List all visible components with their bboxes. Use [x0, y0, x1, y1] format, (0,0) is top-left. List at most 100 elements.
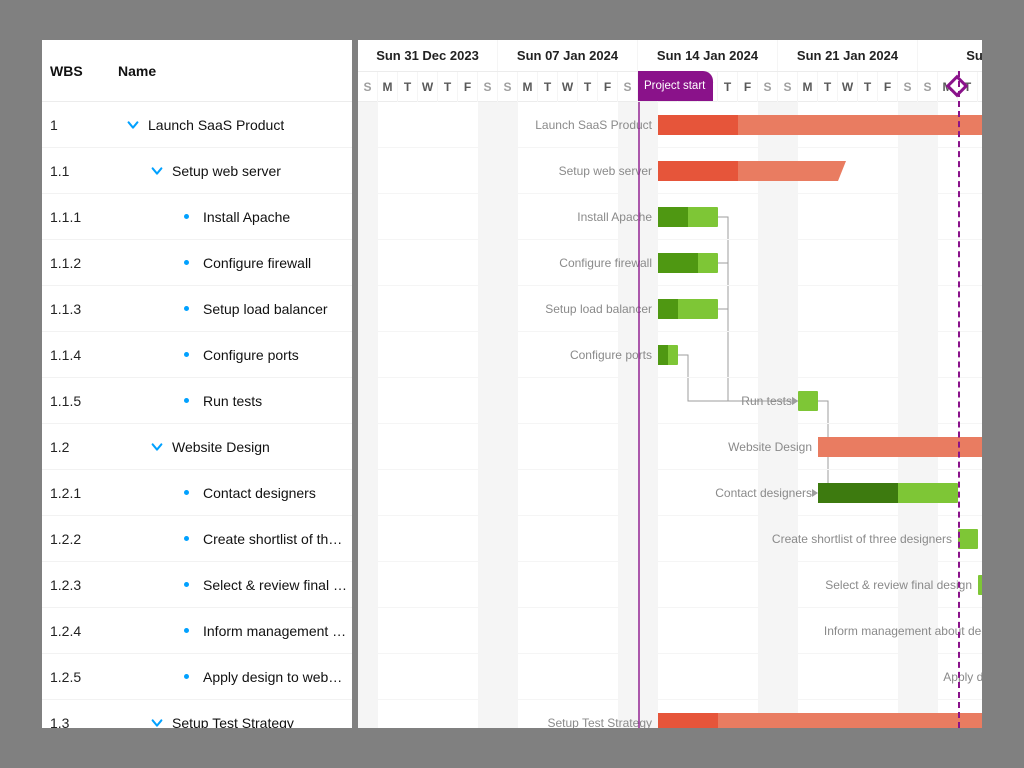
wbs-cell: 1.1.1 — [42, 209, 118, 225]
task-bar[interactable] — [658, 207, 718, 227]
table-row[interactable]: 1.1.2Configure firewall — [42, 240, 352, 286]
timeline-row: Run tests — [358, 378, 982, 424]
timeline-header: Sun 31 Dec 2023Sun 07 Jan 2024Sun 14 Jan… — [358, 40, 982, 102]
summary-bar[interactable] — [818, 437, 982, 457]
milestone-icon[interactable] — [949, 78, 965, 94]
name-cell: Website Design — [118, 439, 352, 455]
day-header[interactable]: T — [858, 72, 878, 102]
timeline-row: Install Apache — [358, 194, 982, 240]
wbs-cell: 1 — [42, 117, 118, 133]
task-name: Setup Test Strategy — [172, 715, 294, 729]
day-header[interactable]: F — [458, 72, 478, 102]
table-row[interactable]: 1.2Website Design — [42, 424, 352, 470]
week-header[interactable]: Sun 07 Jan 2024 — [498, 40, 638, 71]
day-header[interactable]: S — [778, 72, 798, 102]
task-name: Select & review final … — [203, 577, 347, 593]
day-header[interactable]: W — [978, 72, 982, 102]
day-header[interactable]: T — [818, 72, 838, 102]
project-start-flag[interactable]: Project start — [638, 71, 713, 101]
table-row[interactable]: 1.2.5Apply design to web… — [42, 654, 352, 700]
day-header[interactable]: S — [758, 72, 778, 102]
col-header-name[interactable]: Name — [118, 63, 352, 79]
task-bar[interactable] — [658, 345, 678, 365]
day-header[interactable]: S — [358, 72, 378, 102]
timeline-panel[interactable]: Sun 31 Dec 2023Sun 07 Jan 2024Sun 14 Jan… — [358, 40, 982, 728]
day-header[interactable]: T — [438, 72, 458, 102]
timeline-row: Create shortlist of three designers — [358, 516, 982, 562]
day-header[interactable]: T — [578, 72, 598, 102]
table-row[interactable]: 1.2.1Contact designers — [42, 470, 352, 516]
task-bar[interactable] — [658, 299, 718, 319]
day-header[interactable]: T — [718, 72, 738, 102]
summary-bar[interactable] — [658, 161, 838, 181]
leaf-bullet-icon — [184, 490, 189, 495]
task-bar[interactable] — [798, 391, 818, 411]
day-header[interactable]: F — [598, 72, 618, 102]
bar-caption: Configure firewall — [358, 240, 658, 285]
table-row[interactable]: 1.1Setup web server — [42, 148, 352, 194]
task-bar[interactable] — [658, 253, 718, 273]
chevron-down-icon[interactable] — [150, 716, 164, 729]
day-header[interactable]: S — [918, 72, 938, 102]
day-header[interactable]: T — [538, 72, 558, 102]
chevron-down-icon[interactable] — [150, 164, 164, 178]
timeline-row: Configure ports — [358, 332, 982, 378]
day-header[interactable]: W — [838, 72, 858, 102]
table-row[interactable]: 1.1.1Install Apache — [42, 194, 352, 240]
week-header[interactable]: Sun 21 Jan 2024 — [778, 40, 918, 71]
summary-bar[interactable] — [658, 713, 982, 728]
task-table-header: WBS Name — [42, 40, 352, 102]
timeline-row: Website Design — [358, 424, 982, 470]
name-cell: Launch SaaS Product — [118, 117, 352, 133]
name-cell: Install Apache — [118, 209, 352, 225]
week-header[interactable]: Sun 28 — [918, 40, 982, 71]
table-row[interactable]: 1.1.4Configure ports — [42, 332, 352, 378]
wbs-cell: 1.1.2 — [42, 255, 118, 271]
task-name: Setup load balancer — [203, 301, 328, 317]
name-cell: Setup Test Strategy — [118, 715, 352, 729]
week-header[interactable]: Sun 14 Jan 2024 — [638, 40, 778, 71]
chevron-down-icon[interactable] — [150, 440, 164, 454]
leaf-bullet-icon — [184, 306, 189, 311]
day-header[interactable]: F — [878, 72, 898, 102]
summary-bar[interactable] — [658, 115, 982, 135]
day-header[interactable]: S — [618, 72, 638, 102]
day-header[interactable]: M — [798, 72, 818, 102]
task-bar[interactable] — [818, 483, 958, 503]
day-header[interactable]: M — [378, 72, 398, 102]
day-header[interactable]: S — [898, 72, 918, 102]
leaf-bullet-icon — [184, 674, 189, 679]
day-header[interactable]: S — [478, 72, 498, 102]
day-header[interactable]: F — [738, 72, 758, 102]
task-name: Launch SaaS Product — [148, 117, 284, 133]
table-row[interactable]: 1.2.3Select & review final … — [42, 562, 352, 608]
day-header[interactable]: S — [498, 72, 518, 102]
col-header-wbs[interactable]: WBS — [42, 63, 118, 79]
leaf-bullet-icon — [184, 398, 189, 403]
day-header[interactable]: W — [558, 72, 578, 102]
chevron-down-icon[interactable] — [126, 118, 140, 132]
table-row[interactable]: 1.1.5Run tests — [42, 378, 352, 424]
table-row[interactable]: 1.2.2Create shortlist of th… — [42, 516, 352, 562]
timeline-row: Setup web server — [358, 148, 982, 194]
bar-caption: Launch SaaS Product — [358, 102, 658, 147]
wbs-cell: 1.1 — [42, 163, 118, 179]
day-header[interactable]: M — [518, 72, 538, 102]
table-row[interactable]: 1 Launch SaaS Product — [42, 102, 352, 148]
task-bar[interactable] — [958, 529, 978, 549]
bar-caption: Create shortlist of three designers — [358, 516, 958, 561]
table-row[interactable]: 1.1.3Setup load balancer — [42, 286, 352, 332]
bar-caption: Setup load balancer — [358, 286, 658, 331]
table-row[interactable]: 1.3 Setup Test Strategy — [42, 700, 352, 728]
table-row[interactable]: 1.2.4Inform management … — [42, 608, 352, 654]
bar-caption: Run tests — [358, 378, 798, 423]
timeline-row: Select & review final design — [358, 562, 982, 608]
bar-caption: Setup Test Strategy — [358, 700, 658, 728]
wbs-cell: 1.3 — [42, 715, 118, 729]
day-header[interactable]: W — [418, 72, 438, 102]
day-header[interactable]: T — [398, 72, 418, 102]
task-bar[interactable] — [978, 575, 982, 595]
leaf-bullet-icon — [184, 352, 189, 357]
panel-splitter[interactable] — [352, 40, 358, 728]
week-header[interactable]: Sun 31 Dec 2023 — [358, 40, 498, 71]
